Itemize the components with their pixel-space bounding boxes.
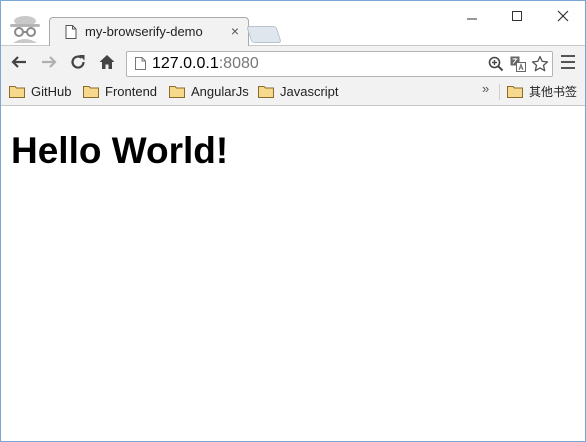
zoom-button[interactable]	[487, 55, 505, 73]
translate-button[interactable]	[509, 55, 527, 73]
home-icon	[99, 55, 115, 69]
bookmark-folder-angularjs[interactable]: AngularJs	[169, 82, 249, 100]
bookmark-folder-github[interactable]: GitHub	[9, 82, 71, 100]
new-tab-button[interactable]	[246, 26, 282, 43]
back-button[interactable]	[9, 52, 29, 72]
forward-arrow-icon	[42, 56, 57, 68]
document-icon	[65, 24, 77, 39]
maximize-button[interactable]	[503, 5, 531, 27]
close-icon	[557, 10, 569, 22]
bookmark-folder-frontend[interactable]: Frontend	[83, 82, 157, 100]
incognito-icon	[7, 13, 43, 43]
folder-icon	[9, 85, 25, 98]
reload-icon	[71, 55, 85, 69]
forward-button[interactable]	[39, 52, 59, 72]
hamburger-menu-icon[interactable]	[559, 53, 577, 71]
bookmark-label: GitHub	[31, 83, 72, 99]
reload-button[interactable]	[68, 52, 88, 72]
tab-title: my-browserify-demo	[85, 24, 203, 39]
other-bookmarks-folder[interactable]: 其他书签	[507, 82, 577, 100]
bookmark-folder-javascript[interactable]: Javascript	[258, 82, 339, 100]
folder-icon	[507, 85, 523, 98]
zoom-icon	[488, 56, 504, 72]
star-icon	[531, 55, 549, 72]
back-arrow-icon	[11, 56, 26, 68]
maximize-icon	[512, 11, 522, 21]
url-port: :8080	[218, 55, 259, 72]
url-host: 127.0.0.1	[152, 55, 219, 72]
bookmark-label: Javascript	[280, 83, 339, 99]
tab-close-button[interactable]: ×	[231, 23, 239, 39]
bookmark-label: Frontend	[105, 83, 158, 99]
bookmarks-bar: GitHub Frontend AngularJs Javascript » 其…	[1, 78, 585, 106]
address-bar[interactable]: 127.0.0.1:8080	[126, 51, 553, 77]
minimize-icon	[467, 18, 477, 20]
home-button[interactable]	[97, 52, 117, 72]
bookmark-star-button[interactable]	[531, 55, 549, 73]
toolbar: 127.0.0.1:8080	[1, 46, 585, 78]
folder-icon	[83, 85, 99, 98]
other-bookmarks-label: 其他书签	[529, 84, 578, 99]
close-window-button[interactable]	[549, 5, 577, 27]
title-bar: my-browserify-demo ×	[1, 1, 585, 46]
page-heading: Hello World!	[11, 130, 229, 171]
bookmark-label: AngularJs	[191, 83, 249, 99]
browser-window: my-browserify-demo × 127.0.0.1:8080 GitH…	[0, 0, 586, 442]
page-content: Hello World!	[1, 106, 585, 441]
bookmarks-separator	[499, 84, 500, 100]
folder-icon	[169, 85, 185, 98]
bookmarks-overflow-button[interactable]: »	[482, 81, 489, 96]
folder-icon	[258, 85, 274, 98]
translate-icon	[510, 56, 526, 72]
minimize-button[interactable]	[458, 5, 486, 27]
page-icon	[135, 57, 146, 70]
url-text[interactable]: 127.0.0.1:8080	[152, 55, 259, 73]
active-tab-content[interactable]: my-browserify-demo ×	[51, 18, 247, 45]
